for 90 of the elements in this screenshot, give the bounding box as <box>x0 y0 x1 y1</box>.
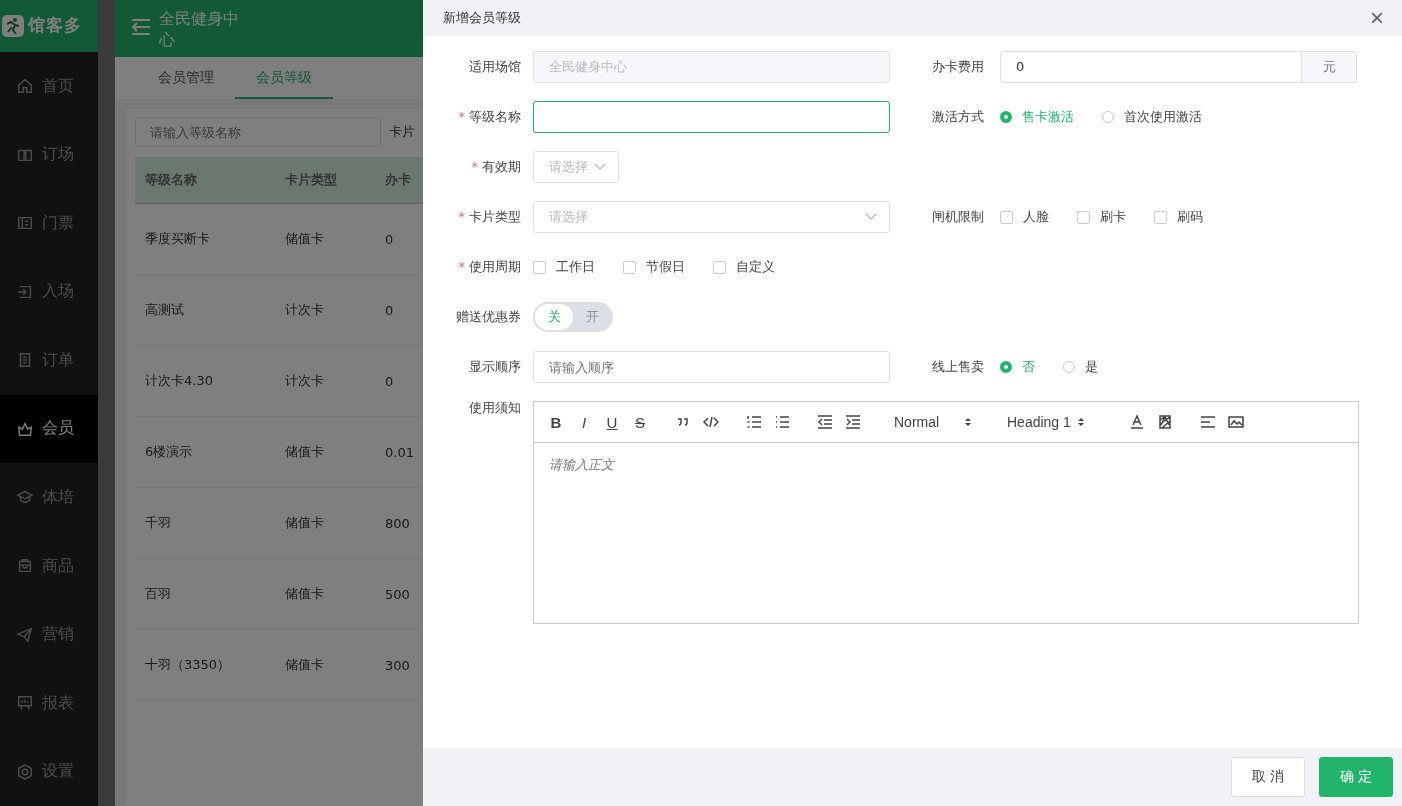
tab[interactable]: 会员管理 <box>137 57 235 99</box>
checkbox[interactable] <box>1077 210 1090 224</box>
indent-icon <box>845 414 861 430</box>
column-header: 办卡 <box>385 171 412 189</box>
table-cell-text: 500 <box>385 586 411 602</box>
radio-button[interactable] <box>1000 361 1012 373</box>
table-cell-text: 十羽（3350） <box>144 656 232 674</box>
checkbox-option[interactable]: 刷码 <box>1154 208 1203 226</box>
ul-icon <box>774 414 790 430</box>
chevron-down-icon <box>865 213 877 221</box>
table-cell-text: 储值卡 <box>285 514 325 532</box>
table-cell-text: 计次卡 <box>285 301 325 319</box>
search-field[interactable]: 请输入等级名称 <box>135 117 381 147</box>
ol-icon <box>746 414 762 430</box>
field-label: * 有效期 <box>470 158 521 176</box>
up-down-arrows-icon <box>964 416 972 428</box>
up-down-arrows-icon <box>1077 416 1085 428</box>
field-label: 显示顺序 <box>468 358 521 376</box>
checkbox-option[interactable]: 自定义 <box>713 258 775 276</box>
table-cell-text: 计次卡 <box>285 372 325 390</box>
table-cell-text: 千羽 <box>144 514 172 532</box>
table-cell-text: 储值卡 <box>285 656 325 674</box>
field-label: * 使用周期 <box>457 258 521 276</box>
table-cell-text: 0 <box>385 373 395 389</box>
field-label: 激活方式 <box>932 108 985 126</box>
checkbox[interactable] <box>713 260 726 274</box>
background-icon <box>1157 414 1173 430</box>
table-cell-text: 储值卡 <box>285 230 325 248</box>
align-icon <box>1200 414 1216 430</box>
table-cell-text: 季度买断卡 <box>144 230 211 248</box>
table-cell-text: 计次卡4.30 <box>144 372 214 390</box>
bold-button[interactable]: B <box>542 410 570 434</box>
underline-button[interactable]: U <box>598 410 626 434</box>
checkbox-option[interactable]: 节假日 <box>623 258 685 276</box>
toggle-switch[interactable]: 关 开 <box>533 302 613 332</box>
brand-name: 馆客多 <box>28 14 82 38</box>
radio-option[interactable]: 是 <box>1063 358 1098 376</box>
table-cell-text: 0 <box>385 302 395 318</box>
chevron-down-icon <box>594 163 606 171</box>
field-label: 适用场馆 <box>468 58 521 76</box>
table-cell-text: 300 <box>385 657 411 673</box>
format-dropdown[interactable]: Heading 1 <box>995 414 1093 430</box>
checkbox[interactable] <box>1154 210 1167 224</box>
close-button[interactable]: × <box>1370 6 1384 30</box>
checkbox-option[interactable]: 工作日 <box>533 258 595 276</box>
table-cell-text: 储值卡 <box>285 585 325 603</box>
color-icon <box>1129 414 1145 430</box>
table-cell-text: 0 <box>385 231 395 247</box>
table-cell-text: 6楼演示 <box>144 443 194 461</box>
italic-button[interactable]: I <box>570 410 598 434</box>
strike-button[interactable]: S <box>626 410 654 434</box>
field-label: 办卡费用 <box>932 58 985 76</box>
column-header: 等级名称 <box>144 171 198 189</box>
collapse-icon[interactable] <box>131 18 151 36</box>
venue-name: 全民健身中心 <box>159 8 240 50</box>
cancel-button[interactable]: 取 消 <box>1231 757 1305 797</box>
table-cell-text: 800 <box>385 515 411 531</box>
scrollbar[interactable] <box>98 0 115 806</box>
checkbox[interactable] <box>1000 210 1013 224</box>
radio-option[interactable]: 售卡激活 <box>1000 108 1074 126</box>
field-label: 线上售卖 <box>932 358 985 376</box>
code-icon <box>703 414 719 430</box>
checkbox-option[interactable]: 人脸 <box>1000 208 1049 226</box>
checkbox[interactable] <box>623 260 636 274</box>
runner-icon <box>2 14 24 37</box>
fee-field[interactable]: 0 元 <box>1000 51 1357 83</box>
drawer-title: 新增会员等级 <box>443 9 521 27</box>
format-dropdown[interactable]: Normal <box>882 414 980 430</box>
outdent-icon <box>817 414 833 430</box>
field-label: 闸机限制 <box>932 208 985 226</box>
field-label: * 等级名称 <box>457 108 521 126</box>
checkbox[interactable] <box>533 260 546 274</box>
table-cell-text: 百羽 <box>144 585 172 603</box>
confirm-button[interactable]: 确 定 <box>1319 757 1393 797</box>
image-icon <box>1228 414 1244 430</box>
table-cell-text: 高测试 <box>144 301 185 319</box>
filter-label: 卡片 <box>389 123 415 141</box>
radio-option[interactable]: 首次使用激活 <box>1102 108 1202 126</box>
sidebar-item[interactable]: 会员 <box>0 394 98 464</box>
field-label: * 卡片类型 <box>457 208 521 226</box>
column-header: 卡片类型 <box>285 171 338 189</box>
editor-placeholder[interactable]: 请输入正文 <box>534 443 1358 623</box>
checkbox-option[interactable]: 刷卡 <box>1077 208 1126 226</box>
field-label: 使用须知 <box>468 399 521 417</box>
table-cell-text: 0.01 <box>385 444 415 460</box>
table-cell-text: 储值卡 <box>285 443 325 461</box>
field-label: 赠送优惠券 <box>455 308 521 326</box>
radio-button[interactable] <box>1000 111 1012 123</box>
input-field[interactable] <box>533 101 890 133</box>
radio-option[interactable]: 否 <box>1000 358 1035 376</box>
